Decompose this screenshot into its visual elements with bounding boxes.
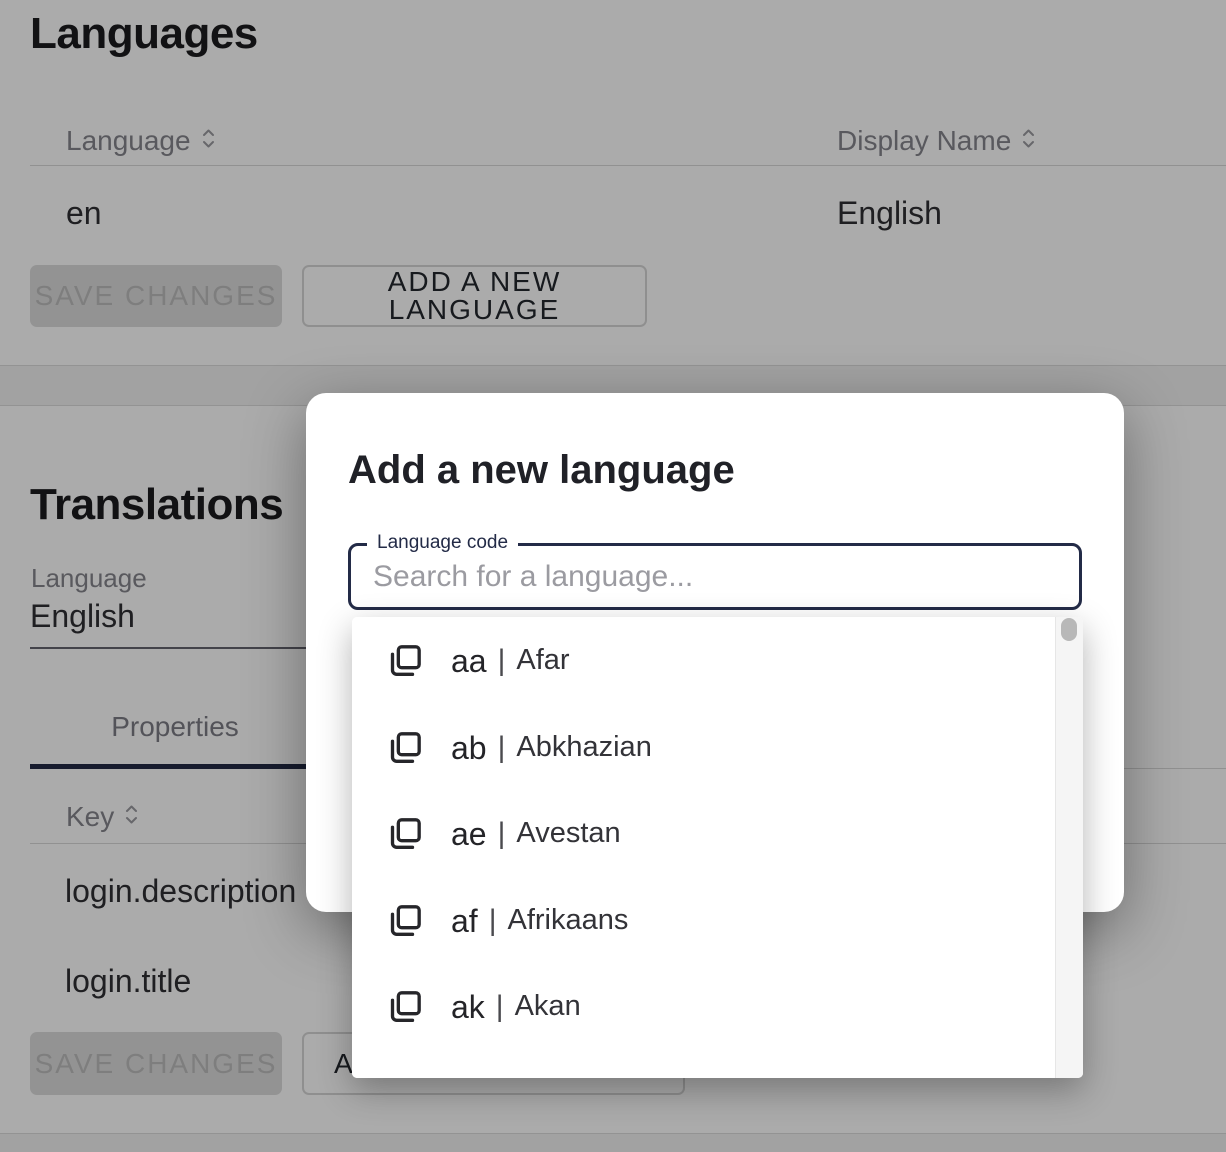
option-code: aa	[451, 645, 487, 677]
option-name: Afrikaans	[507, 906, 628, 935]
language-option[interactable]: af | Afrikaans	[352, 877, 1055, 964]
option-code: ae	[451, 818, 487, 850]
option-code: ak	[451, 991, 485, 1023]
option-separator: |	[498, 819, 506, 849]
language-option[interactable]: ak | Akan	[352, 963, 1055, 1050]
language-option[interactable]: aa | Afar	[352, 617, 1055, 704]
copy-icon	[385, 1074, 425, 1079]
copy-icon	[385, 901, 425, 941]
option-name: Abkhazian	[516, 733, 651, 762]
language-option[interactable]: ae | Avestan	[352, 790, 1055, 877]
language-option[interactable]	[352, 1050, 1055, 1078]
copy-icon	[385, 641, 425, 681]
scrollbar-thumb[interactable]	[1061, 618, 1077, 641]
copy-icon	[385, 987, 425, 1027]
option-name: Afar	[516, 646, 569, 675]
option-separator: |	[489, 906, 497, 936]
option-name: Akan	[515, 992, 581, 1021]
option-code: af	[451, 905, 478, 937]
copy-icon	[385, 728, 425, 768]
scrollbar-track[interactable]	[1055, 617, 1083, 1078]
language-options-listbox: aa | Afar ab | Abkhazian ae | Avestan	[352, 617, 1083, 1078]
language-code-field: Language code	[348, 543, 1082, 610]
option-name: Avestan	[516, 819, 620, 848]
copy-icon	[385, 814, 425, 854]
language-code-field-label: Language code	[367, 533, 518, 552]
app-root: Languages Language Display Name en Engli…	[0, 0, 1226, 1152]
language-search-input[interactable]	[351, 546, 1079, 607]
language-option[interactable]: ab | Abkhazian	[352, 704, 1055, 791]
option-separator: |	[498, 733, 506, 763]
option-separator: |	[498, 646, 506, 676]
option-code: ab	[451, 732, 487, 764]
dialog-title: Add a new language	[348, 450, 735, 490]
option-separator: |	[496, 992, 504, 1022]
